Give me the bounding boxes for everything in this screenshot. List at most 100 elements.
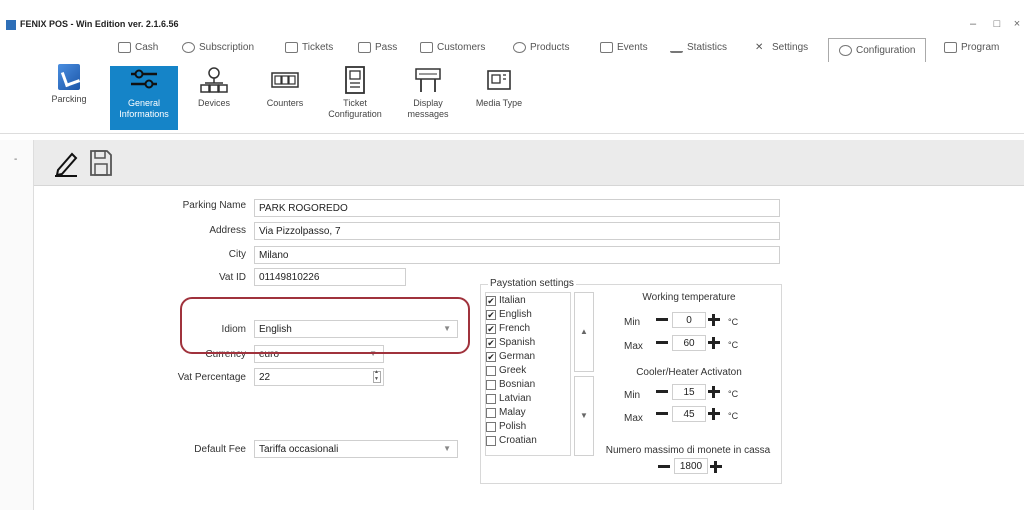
max-coins-value[interactable]: 1800 xyxy=(674,458,708,474)
list-item[interactable]: Bosnian xyxy=(486,378,535,391)
top-nav: Cash Subscription Tickets Pass Customers… xyxy=(0,38,1024,62)
cash-icon xyxy=(118,42,131,53)
nav-events[interactable]: Events xyxy=(600,42,648,53)
checkbox[interactable] xyxy=(486,365,496,376)
list-item[interactable]: ✔ German xyxy=(486,350,535,363)
checkbox[interactable] xyxy=(486,393,496,404)
minimize-button[interactable]: – xyxy=(966,18,980,30)
list-item[interactable]: Polish xyxy=(486,420,526,433)
checkbox[interactable]: ✔ xyxy=(486,351,496,362)
language-label: English xyxy=(499,309,532,320)
nav-products[interactable]: Products xyxy=(513,42,569,53)
parking-app-icon xyxy=(58,64,80,90)
nav-pass-label: Pass xyxy=(375,42,398,53)
plus-icon[interactable] xyxy=(712,337,715,349)
default-fee-select[interactable]: Tariffa occasionali ▼ xyxy=(254,440,458,458)
nav-cash[interactable]: Cash xyxy=(118,42,158,53)
minus-icon[interactable] xyxy=(658,465,670,468)
minus-icon[interactable] xyxy=(656,390,668,393)
ticket-configuration-icon xyxy=(340,66,370,94)
nav-program-label: Program xyxy=(961,42,1000,53)
nav-statistics-label: Statistics xyxy=(687,42,728,53)
counters-label: Counters xyxy=(266,98,304,108)
list-item[interactable]: Croatian xyxy=(486,434,537,447)
ticket-label-1: Ticket xyxy=(343,98,367,108)
collapse-panel[interactable]: - xyxy=(0,140,34,510)
celsius-unit: °C xyxy=(728,317,739,327)
vat-percentage-stepper[interactable]: 22 xyxy=(254,368,384,386)
parking-name-field[interactable]: PARK ROGOREDO xyxy=(254,199,780,217)
list-item[interactable]: Malay xyxy=(486,406,526,419)
list-item[interactable]: ✔ French xyxy=(486,322,530,335)
working-max-label: Max xyxy=(624,341,643,352)
display-label-1: Display xyxy=(413,98,443,108)
cooler-max-value[interactable]: 45 xyxy=(672,406,706,422)
counters-icon xyxy=(270,66,300,94)
counters-button[interactable]: Counters xyxy=(256,66,314,130)
nav-customers[interactable]: Customers xyxy=(420,42,485,53)
working-min-value[interactable]: 0 xyxy=(672,312,706,328)
vat-percentage-label: Vat Percentage xyxy=(177,372,246,383)
nav-settings-label: Settings xyxy=(772,42,809,53)
address-field[interactable]: Via Pizzolpasso, 7 xyxy=(254,222,780,240)
city-field[interactable]: Milano xyxy=(254,246,780,264)
checkbox[interactable] xyxy=(486,407,496,418)
title-bar: FENIX POS - Win Edition ver. 2.1.6.56 – … xyxy=(0,0,1024,34)
checkbox[interactable]: ✔ xyxy=(486,309,496,320)
maximize-button[interactable]: □ xyxy=(990,18,1004,30)
vat-percentage-value: 22 xyxy=(259,372,271,383)
list-item[interactable]: Latvian xyxy=(486,392,531,405)
products-icon xyxy=(513,42,526,53)
nav-program[interactable]: Program xyxy=(944,42,999,53)
minus-icon[interactable] xyxy=(656,318,668,321)
list-item[interactable]: ✔ Spanish xyxy=(486,336,535,349)
scroll-down-button[interactable]: ▼ xyxy=(574,376,594,456)
general-label-2: Informations xyxy=(119,109,169,119)
save-floppy-icon[interactable] xyxy=(88,148,114,178)
working-max-value[interactable]: 60 xyxy=(672,335,706,351)
plus-icon[interactable] xyxy=(712,408,715,420)
nav-configuration[interactable]: Configuration xyxy=(828,38,927,62)
media-type-button[interactable]: Media Type xyxy=(470,66,528,130)
checkbox[interactable]: ✔ xyxy=(486,337,496,348)
edit-pencil-icon[interactable] xyxy=(52,148,80,178)
minus-icon[interactable] xyxy=(656,341,668,344)
vat-id-field[interactable]: 01149810226 xyxy=(254,268,406,286)
cooler-min-value[interactable]: 15 xyxy=(672,384,706,400)
checkbox[interactable] xyxy=(486,379,496,390)
display-messages-button[interactable]: Display messages xyxy=(398,66,458,130)
language-label: German xyxy=(499,351,536,362)
devices-button[interactable]: Devices xyxy=(186,66,242,130)
plus-icon[interactable] xyxy=(712,386,715,398)
list-item[interactable]: ✔ English xyxy=(486,308,532,321)
spinner-icon[interactable] xyxy=(373,369,381,383)
default-fee-label: Default Fee xyxy=(194,444,246,455)
list-item[interactable]: Greek xyxy=(486,364,526,377)
idiom-highlight-annotation xyxy=(180,297,470,354)
checkbox[interactable]: ✔ xyxy=(486,323,496,334)
ticket-configuration-button[interactable]: Ticket Configuration xyxy=(322,66,388,130)
close-button[interactable]: × xyxy=(1010,18,1024,30)
nav-subscription[interactable]: Subscription xyxy=(182,42,254,53)
checkbox[interactable] xyxy=(486,435,496,446)
parking-app-button[interactable]: Parcking xyxy=(34,64,104,130)
list-item[interactable]: ✔ Italian xyxy=(486,294,526,307)
nav-tickets[interactable]: Tickets xyxy=(285,42,333,53)
customers-icon xyxy=(420,42,433,53)
checkbox[interactable]: ✔ xyxy=(486,295,496,306)
collapse-icon: - xyxy=(14,154,18,165)
plus-icon[interactable] xyxy=(712,314,715,326)
welcome-display-icon xyxy=(413,66,443,94)
city-label: City xyxy=(228,249,246,260)
general-informations-button[interactable]: General Informations xyxy=(110,66,178,130)
nav-statistics[interactable]: Statistics xyxy=(670,42,727,53)
nav-pass[interactable]: Pass xyxy=(358,42,397,53)
nav-settings[interactable]: ✕ Settings xyxy=(755,42,808,53)
scroll-up-button[interactable]: ▲ xyxy=(574,292,594,372)
checkbox[interactable] xyxy=(486,421,496,432)
minus-icon[interactable] xyxy=(656,412,668,415)
nav-subscription-label: Subscription xyxy=(199,42,255,53)
pass-icon xyxy=(358,42,371,53)
media-type-icon xyxy=(484,66,514,94)
plus-icon[interactable] xyxy=(714,461,717,473)
